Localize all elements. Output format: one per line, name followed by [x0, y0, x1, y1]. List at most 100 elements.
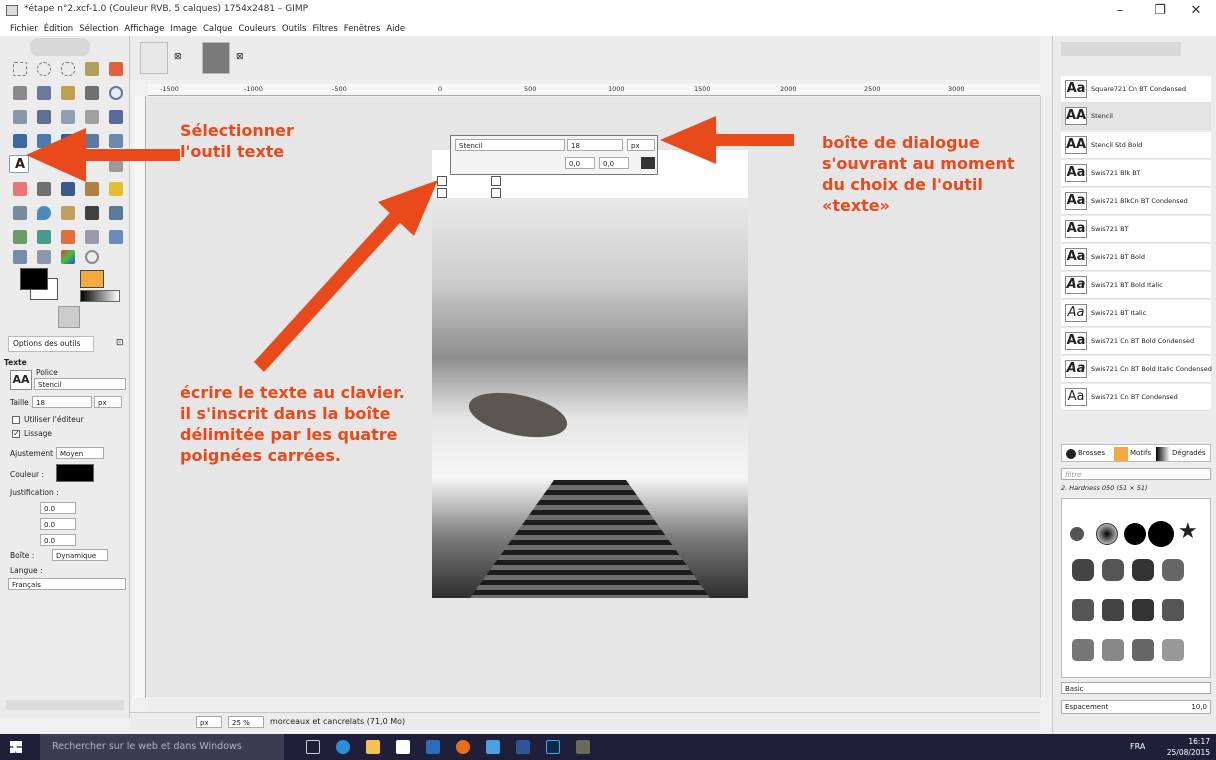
brush-item[interactable]: [1102, 599, 1124, 621]
language-indicator[interactable]: FRA: [1130, 742, 1145, 751]
spacing-slider[interactable]: Espacement 10,0: [1061, 700, 1211, 714]
layers-icon[interactable]: [106, 204, 126, 222]
clone-icon[interactable]: [82, 180, 102, 198]
font-list-item[interactable]: Aa Square721 Cn BT Condensed: [1061, 76, 1211, 103]
minimize-icon[interactable]: –: [1100, 0, 1140, 22]
zoom-icon[interactable]: [106, 84, 126, 102]
tab-patterns[interactable]: Motifs: [1130, 449, 1151, 457]
size-unit-select[interactable]: px: [94, 396, 122, 408]
menu-image[interactable]: Image: [167, 22, 200, 36]
close-tab-1-icon[interactable]: ⊠: [174, 52, 182, 62]
menu-edition[interactable]: Édition: [41, 22, 76, 36]
line-spacing-field[interactable]: 0.0: [40, 518, 76, 530]
font-list-item[interactable]: AA Stencil: [1061, 103, 1211, 130]
cage-icon[interactable]: [106, 132, 126, 150]
menu-filtres[interactable]: Filtres: [309, 22, 340, 36]
font-list-item[interactable]: Aa Swis721 Cn BT Condensed: [1061, 384, 1211, 411]
scissors-icon[interactable]: [10, 84, 30, 102]
eraser-icon[interactable]: [10, 180, 30, 198]
media-icon[interactable]: [426, 740, 440, 754]
perspective-clone-icon[interactable]: [10, 204, 30, 222]
tab-brushes[interactable]: Brosses: [1078, 449, 1105, 457]
dialog-baseline-field[interactable]: 0,0: [565, 157, 595, 169]
bucket-fill-icon[interactable]: [106, 156, 126, 174]
word-icon[interactable]: [516, 740, 530, 754]
tab-gradients[interactable]: Dégradés: [1172, 449, 1206, 457]
taskbar-search[interactable]: Rechercher sur le web et dans Windows: [40, 734, 284, 760]
free-select-icon[interactable]: [58, 60, 78, 78]
font-list-item[interactable]: Aa Swis721 Cn BT Bold Italic Condensed: [1061, 356, 1212, 383]
image-tab-2[interactable]: [202, 42, 230, 74]
ellipse-select-icon[interactable]: [34, 60, 54, 78]
color-select-icon[interactable]: [106, 60, 126, 78]
menu-aide[interactable]: Aide: [383, 22, 408, 36]
foreground-select-icon[interactable]: [34, 84, 54, 102]
close-icon[interactable]: ✕: [1176, 0, 1216, 22]
close-tab-2-icon[interactable]: ⊠: [236, 52, 244, 62]
move-icon[interactable]: [34, 108, 54, 126]
menu-affichage[interactable]: Affichage: [121, 22, 167, 36]
font-list-item[interactable]: Aa Swis721 BT Italic: [1061, 300, 1211, 327]
dialog-unit-select[interactable]: px: [627, 139, 655, 151]
canvas-horizontal-scrollbar[interactable]: [148, 698, 1040, 710]
menu-couleurs[interactable]: Couleurs: [235, 22, 278, 36]
app-icon[interactable]: [486, 740, 500, 754]
font-list-item[interactable]: Aa Swis721 Cn BT Bold Condensed: [1061, 328, 1211, 355]
heal-icon[interactable]: [106, 180, 126, 198]
dock-tabs[interactable]: [1061, 42, 1181, 56]
blur-icon[interactable]: [34, 204, 54, 222]
dialog-size-field[interactable]: 18: [567, 139, 623, 151]
font-list-item[interactable]: AA Stencil Std Bold: [1061, 132, 1211, 159]
edge-icon[interactable]: [336, 740, 350, 754]
menu-outils[interactable]: Outils: [279, 22, 310, 36]
flip-icon[interactable]: [82, 132, 102, 150]
ink-icon[interactable]: [58, 180, 78, 198]
font-list-item[interactable]: Aa Swis721 BT: [1061, 216, 1211, 243]
text-color-button[interactable]: [56, 464, 94, 482]
measure-icon[interactable]: [10, 108, 30, 126]
color-picker-icon[interactable]: [82, 84, 102, 102]
brush-item[interactable]: [1162, 639, 1184, 661]
photoshop-icon[interactable]: [546, 740, 560, 754]
language-field[interactable]: Français: [8, 578, 126, 590]
file-explorer-icon[interactable]: [366, 740, 380, 754]
rect-select-icon[interactable]: [10, 60, 30, 78]
font-preview-icon[interactable]: AA: [10, 370, 32, 390]
unit-select[interactable]: px: [196, 716, 222, 728]
text-box-handle[interactable]: [437, 188, 447, 198]
text-tool-icon[interactable]: A: [9, 155, 29, 173]
align-icon[interactable]: [58, 108, 78, 126]
crop-icon[interactable]: [82, 108, 102, 126]
brush-item[interactable]: [1072, 599, 1094, 621]
brush-item[interactable]: [1102, 639, 1124, 661]
brush-item[interactable]: [1132, 639, 1154, 661]
palette-icon[interactable]: [58, 228, 78, 246]
brush-item[interactable]: [1124, 523, 1146, 545]
fuzzy-select-icon[interactable]: [82, 60, 102, 78]
menu-calque[interactable]: Calque: [200, 22, 236, 36]
firefox-icon[interactable]: [456, 740, 470, 754]
dialog-font-field[interactable]: Stencil: [455, 139, 565, 151]
airbrush-icon[interactable]: [34, 180, 54, 198]
brush-item[interactable]: [1162, 599, 1184, 621]
brush-item[interactable]: [1102, 559, 1124, 581]
brush-item[interactable]: [1070, 527, 1084, 541]
brush-filter-field[interactable]: filtre: [1061, 468, 1211, 480]
indent-field[interactable]: 0.0: [40, 502, 76, 514]
panel-menu-icon[interactable]: ⊡: [116, 338, 124, 348]
task-view-icon[interactable]: [306, 740, 320, 754]
maximize-icon[interactable]: ❐: [1140, 0, 1180, 22]
image-tab-1[interactable]: [140, 42, 168, 74]
toolbox-scrollbar[interactable]: [6, 700, 124, 710]
dodge-burn-icon[interactable]: [82, 204, 102, 222]
channels-icon[interactable]: [10, 228, 30, 246]
brush-preset-select[interactable]: Basic: [1061, 682, 1211, 694]
font-list-item[interactable]: Aa Swis721 BT Bold: [1061, 244, 1211, 271]
hinting-select[interactable]: Moyen: [56, 447, 104, 459]
size-field[interactable]: 18: [32, 396, 92, 408]
active-gradient-swatch[interactable]: [80, 290, 120, 302]
active-image-thumbnail[interactable]: [58, 306, 80, 328]
canvas-vertical-scrollbar[interactable]: [1040, 96, 1052, 698]
color-dialog-icon[interactable]: [58, 248, 78, 266]
store-icon[interactable]: [396, 740, 410, 754]
